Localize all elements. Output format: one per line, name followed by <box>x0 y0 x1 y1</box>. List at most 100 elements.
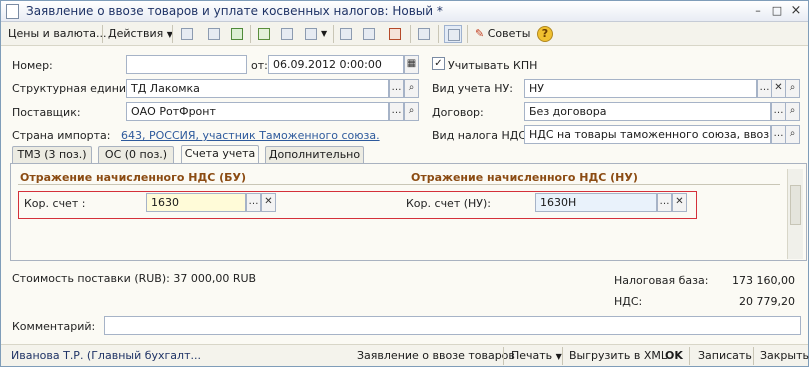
toolbar: Цены и валюта... Действия ▼ ▼ ✎ Советы ? <box>1 22 808 46</box>
toolbar-separator <box>467 25 468 43</box>
bu-account-label: Кор. счет : <box>24 197 86 210</box>
footer-separator <box>562 347 563 365</box>
select-button[interactable]: … <box>389 102 404 121</box>
ok-button[interactable]: OK <box>665 349 683 362</box>
clear-icon[interactable]: ✕ <box>261 193 276 212</box>
prices-currency-button[interactable]: Цены и валюта... <box>8 25 106 43</box>
scrollbar[interactable] <box>787 169 803 259</box>
search-icon[interactable]: ⌕ <box>785 125 800 144</box>
close-button[interactable]: × <box>788 3 804 19</box>
status-bar: Иванова Т.Р. (Главный бухгалт... Заявлен… <box>1 344 809 366</box>
toolbar-separator <box>102 25 103 43</box>
dt-kt-icon[interactable] <box>386 25 404 43</box>
number-label: Номер: <box>12 59 53 72</box>
actions-label: Действия <box>108 27 164 40</box>
vat-value: 20 779,20 <box>739 295 795 308</box>
export-xml-button[interactable]: Выгрузить в XML <box>569 349 667 362</box>
select-button[interactable]: … <box>771 102 786 121</box>
clear-icon[interactable]: ✕ <box>672 193 687 212</box>
nu-section-header: Отражение начисленного НДС (НУ) <box>411 171 638 184</box>
unit-input[interactable]: ТД Лакомка <box>126 79 389 98</box>
country-link[interactable]: 643, РОССИЯ, участник Таможенного союза. <box>121 129 380 142</box>
print-preview-icon[interactable] <box>415 25 433 43</box>
structure-icon[interactable] <box>337 25 355 43</box>
chevron-down-icon[interactable]: ▼ <box>321 25 327 43</box>
tax-base-label: Налоговая база: <box>614 274 709 287</box>
select-button[interactable]: … <box>246 193 261 212</box>
nu-account-input[interactable]: 1630Н <box>535 193 657 212</box>
bu-section-header: Отражение начисленного НДС (БУ) <box>20 171 247 184</box>
document-icon <box>6 4 19 19</box>
chevron-down-icon: ▼ <box>555 352 562 361</box>
select-button[interactable]: … <box>389 79 404 98</box>
kpn-label: Учитывать КПН <box>448 59 538 72</box>
tab-tmz[interactable]: ТМЗ (3 поз.) <box>12 146 92 164</box>
text-mode-icon[interactable] <box>444 25 462 43</box>
vat-type-label: Вид налога НДС: <box>432 129 530 142</box>
number-input[interactable] <box>126 55 247 74</box>
unpost-icon[interactable] <box>278 25 296 43</box>
select-button[interactable]: … <box>757 79 772 98</box>
vat-label: НДС: <box>614 295 643 308</box>
select-button[interactable]: … <box>657 193 672 212</box>
footer-separator <box>503 347 504 365</box>
cost-label: Стоимость поставки (RUB): 37 000,00 RUB <box>12 272 257 285</box>
search-icon[interactable]: ⌕ <box>404 102 419 121</box>
maximize-button[interactable]: □ <box>769 3 785 19</box>
bu-account-input[interactable]: 1630 <box>146 193 246 212</box>
toolbar-separator <box>172 25 173 43</box>
contract-input[interactable]: Без договора <box>524 102 771 121</box>
scrollbar-thumb[interactable] <box>790 185 801 225</box>
statement-button[interactable]: Заявление о ввозе товаров <box>357 349 515 362</box>
add-icon[interactable] <box>178 25 196 43</box>
post-icon[interactable] <box>255 25 273 43</box>
document-window: Заявление о ввозе товаров и уплате косве… <box>0 0 809 367</box>
close-form-button[interactable]: Закрыть <box>760 349 809 362</box>
country-label: Страна импорта: <box>12 129 111 142</box>
date-label: от: <box>251 59 268 72</box>
contract-label: Договор: <box>432 106 484 119</box>
footer-separator <box>753 347 754 365</box>
calendar-icon[interactable]: ▦ <box>404 55 419 74</box>
clear-icon[interactable]: ✕ <box>771 79 786 98</box>
search-icon[interactable]: ⌕ <box>785 102 800 121</box>
advice-button[interactable]: ✎ Советы <box>475 25 530 43</box>
go-to-icon[interactable] <box>302 25 320 43</box>
help-button[interactable]: ? <box>537 26 553 42</box>
tab-additional[interactable]: Дополнительно <box>265 146 364 164</box>
tax-base-value: 173 160,00 <box>732 274 795 287</box>
copy-icon[interactable] <box>205 25 223 43</box>
toolbar-separator <box>333 25 334 43</box>
comment-input[interactable] <box>104 316 801 335</box>
section-divider <box>18 184 780 185</box>
tree-icon[interactable] <box>360 25 378 43</box>
toolbar-separator <box>250 25 251 43</box>
minimize-button[interactable]: – <box>750 3 766 19</box>
supplier-input[interactable]: ОАО РотФронт <box>126 102 389 121</box>
unit-label: Структурная единица: <box>12 82 144 95</box>
actions-menu-button[interactable]: Действия ▼ <box>108 25 173 43</box>
advice-label: Советы <box>487 27 531 40</box>
save-button[interactable]: Записать <box>698 349 752 362</box>
tab-os[interactable]: ОС (0 поз.) <box>98 146 174 164</box>
nu-account-label: Кор. счет (НУ): <box>406 197 491 210</box>
nu-type-label: Вид учета НУ: <box>432 82 513 95</box>
print-label: Печать <box>511 349 553 362</box>
refresh-icon[interactable] <box>228 25 246 43</box>
supplier-label: Поставщик: <box>12 106 81 119</box>
nu-type-input[interactable]: НУ <box>524 79 757 98</box>
print-button[interactable]: Печать ▼ <box>511 349 562 362</box>
tab-accounts[interactable]: Счета учета <box>181 145 259 164</box>
select-button[interactable]: … <box>771 125 786 144</box>
toolbar-separator <box>438 25 439 43</box>
search-icon[interactable]: ⌕ <box>404 79 419 98</box>
advice-icon: ✎ <box>475 27 485 40</box>
kpn-checkbox[interactable]: ✓ <box>432 57 445 70</box>
current-user: Иванова Т.Р. (Главный бухгалт... <box>11 349 201 362</box>
title-bar: Заявление о ввозе товаров и уплате косве… <box>1 1 808 22</box>
toolbar-separator <box>410 25 411 43</box>
vat-type-input[interactable]: НДС на товары таможенного союза, ввозимы… <box>524 125 771 144</box>
date-input[interactable]: 06.09.2012 0:00:00 <box>268 55 404 74</box>
search-icon[interactable]: ⌕ <box>785 79 800 98</box>
footer-separator <box>689 347 690 365</box>
